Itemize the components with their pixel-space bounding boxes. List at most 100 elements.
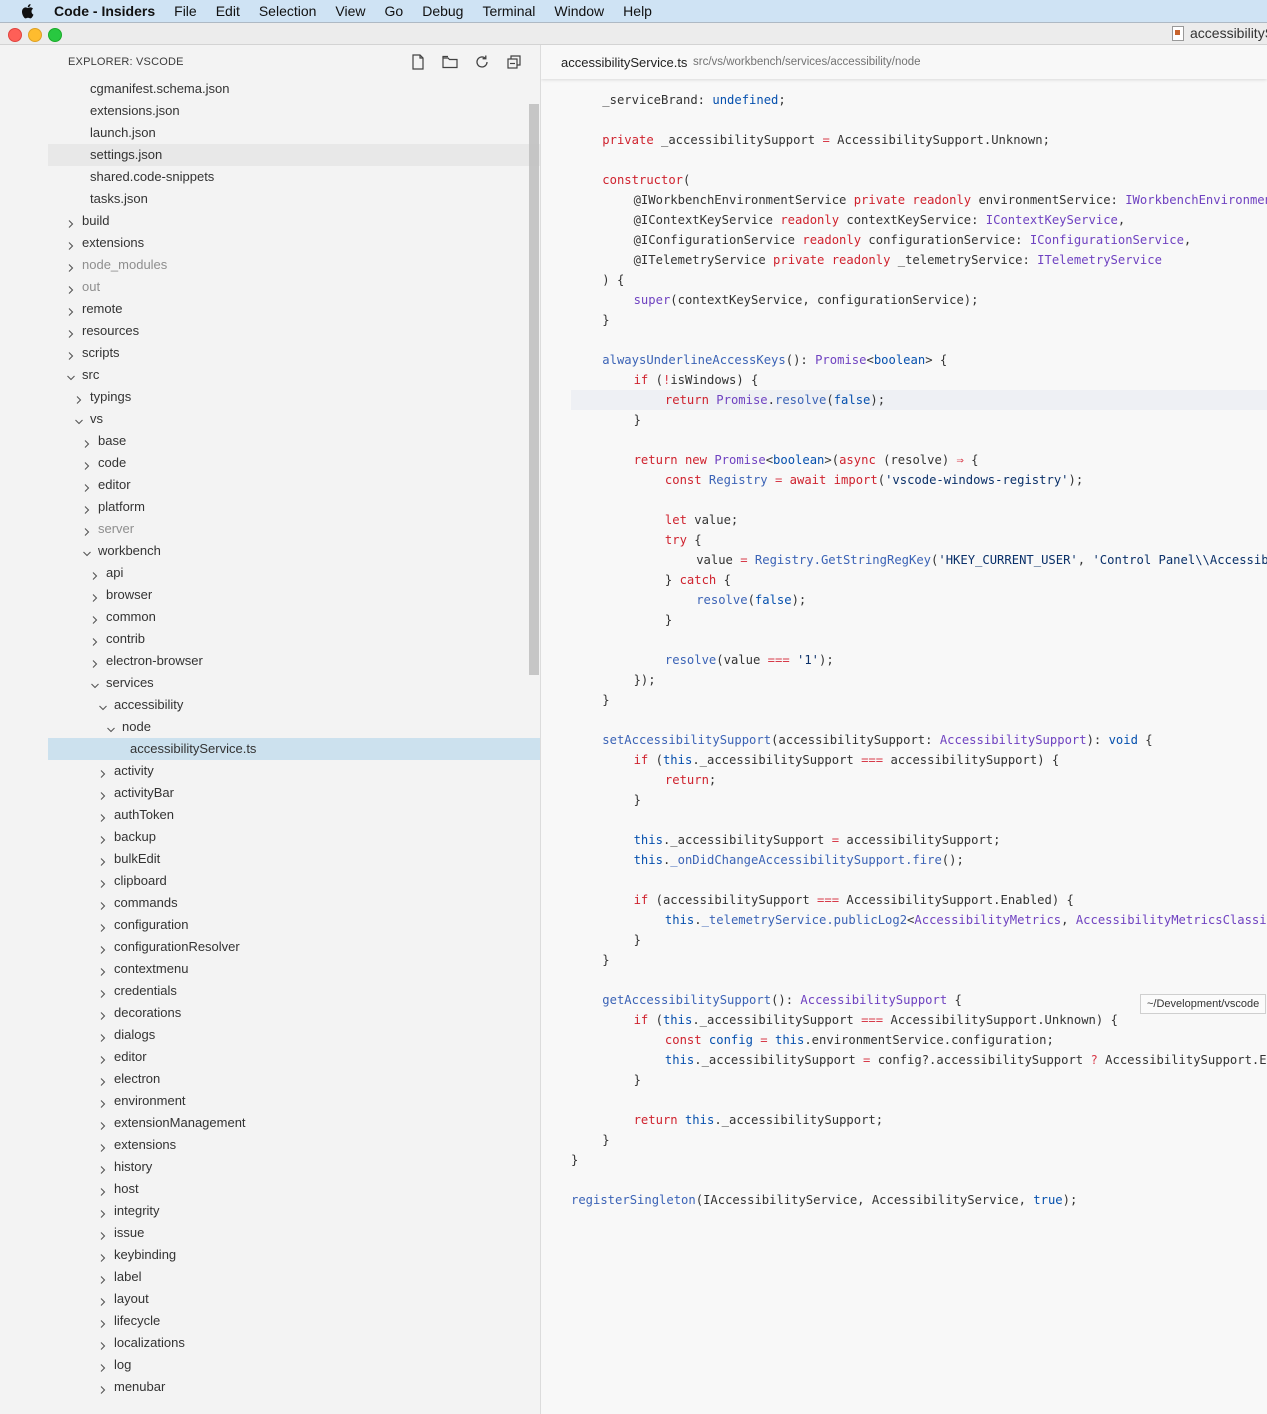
tree-file[interactable]: tasks.json — [48, 188, 540, 210]
chevron-right-icon[interactable] — [97, 1271, 109, 1284]
tree-folder[interactable]: services — [48, 672, 540, 694]
tree-folder[interactable]: bulkEdit — [48, 848, 540, 870]
menu-go[interactable]: Go — [385, 3, 404, 19]
tree-folder[interactable]: credentials — [48, 980, 540, 1002]
tree-folder[interactable]: localizations — [48, 1332, 540, 1354]
tree-folder[interactable]: typings — [48, 386, 540, 408]
tree-folder[interactable]: backup — [48, 826, 540, 848]
tree-folder[interactable]: out — [48, 276, 540, 298]
tree-file[interactable]: extensions.json — [48, 100, 540, 122]
chevron-right-icon[interactable] — [97, 1073, 109, 1086]
chevron-right-icon[interactable] — [97, 985, 109, 998]
tree-file[interactable]: cgmanifest.schema.json — [48, 78, 540, 100]
tree-folder[interactable]: editor — [48, 1046, 540, 1068]
tree-folder[interactable]: contextmenu — [48, 958, 540, 980]
chevron-right-icon[interactable] — [81, 457, 93, 470]
chevron-right-icon[interactable] — [89, 611, 101, 624]
tree-folder[interactable]: editor — [48, 474, 540, 496]
chevron-right-icon[interactable] — [97, 1117, 109, 1130]
tree-folder[interactable]: node_modules — [48, 254, 540, 276]
tree-file[interactable]: shared.code-snippets — [48, 166, 540, 188]
document-proxy-icon[interactable] — [1172, 25, 1184, 41]
chevron-right-icon[interactable] — [65, 259, 77, 272]
chevron-right-icon[interactable] — [97, 1183, 109, 1196]
chevron-right-icon[interactable] — [97, 1381, 109, 1394]
chevron-right-icon[interactable] — [97, 941, 109, 954]
chevron-right-icon[interactable] — [97, 831, 109, 844]
chevron-right-icon[interactable] — [97, 1139, 109, 1152]
chevron-down-icon[interactable] — [89, 677, 101, 689]
menu-selection[interactable]: Selection — [259, 3, 317, 19]
chevron-right-icon[interactable] — [97, 919, 109, 932]
tree-folder[interactable]: activity — [48, 760, 540, 782]
chevron-right-icon[interactable] — [97, 963, 109, 976]
chevron-right-icon[interactable] — [89, 655, 101, 668]
chevron-right-icon[interactable] — [89, 567, 101, 580]
tree-folder[interactable]: vs — [48, 408, 540, 430]
new-folder-icon[interactable] — [440, 52, 460, 72]
chevron-right-icon[interactable] — [97, 809, 109, 822]
app-menu[interactable]: Code - Insiders — [54, 3, 155, 19]
chevron-right-icon[interactable] — [89, 633, 101, 646]
tree-folder[interactable]: common — [48, 606, 540, 628]
menu-edit[interactable]: Edit — [216, 3, 240, 19]
tree-folder[interactable]: decorations — [48, 1002, 540, 1024]
chevron-right-icon[interactable] — [97, 1293, 109, 1306]
code-editor[interactable]: _serviceBrand: undefined; private _access… — [541, 90, 1267, 1210]
menu-window[interactable]: Window — [554, 3, 604, 19]
tree-folder[interactable]: history — [48, 1156, 540, 1178]
chevron-right-icon[interactable] — [73, 391, 85, 404]
tree-folder[interactable]: server — [48, 518, 540, 540]
chevron-right-icon[interactable] — [97, 1051, 109, 1064]
tree-folder[interactable]: code — [48, 452, 540, 474]
menu-terminal[interactable]: Terminal — [482, 3, 535, 19]
tree-folder[interactable]: remote — [48, 298, 540, 320]
chevron-right-icon[interactable] — [97, 875, 109, 888]
tree-folder[interactable]: clipboard — [48, 870, 540, 892]
chevron-right-icon[interactable] — [65, 325, 77, 338]
chevron-right-icon[interactable] — [97, 853, 109, 866]
tree-folder[interactable]: electron-browser — [48, 650, 540, 672]
minimize-window-button[interactable] — [28, 28, 42, 42]
chevron-right-icon[interactable] — [65, 281, 77, 294]
close-window-button[interactable] — [8, 28, 22, 42]
chevron-right-icon[interactable] — [65, 303, 77, 316]
tree-folder[interactable]: configurationResolver — [48, 936, 540, 958]
tree-folder[interactable]: accessibility — [48, 694, 540, 716]
chevron-right-icon[interactable] — [65, 215, 77, 228]
tree-folder[interactable]: issue — [48, 1222, 540, 1244]
tree-folder[interactable]: base — [48, 430, 540, 452]
tree-file[interactable]: accessibilityService.ts — [48, 738, 540, 760]
tree-folder[interactable]: workbench — [48, 540, 540, 562]
chevron-right-icon[interactable] — [97, 1029, 109, 1042]
chevron-right-icon[interactable] — [65, 347, 77, 360]
tree-folder[interactable]: authToken — [48, 804, 540, 826]
menu-view[interactable]: View — [335, 3, 365, 19]
explorer-scrollbar-thumb[interactable] — [529, 104, 539, 675]
chevron-right-icon[interactable] — [65, 237, 77, 250]
chevron-down-icon[interactable] — [73, 413, 85, 425]
tree-folder[interactable]: browser — [48, 584, 540, 606]
refresh-icon[interactable] — [472, 52, 492, 72]
tree-folder[interactable]: integrity — [48, 1200, 540, 1222]
tree-folder[interactable]: contrib — [48, 628, 540, 650]
menu-file[interactable]: File — [174, 3, 197, 19]
chevron-right-icon[interactable] — [97, 1359, 109, 1372]
menu-help[interactable]: Help — [623, 3, 652, 19]
breadcrumb-file[interactable]: accessibilityService.ts — [561, 55, 687, 70]
tree-folder[interactable]: activityBar — [48, 782, 540, 804]
chevron-right-icon[interactable] — [97, 1007, 109, 1020]
chevron-right-icon[interactable] — [81, 523, 93, 536]
chevron-right-icon[interactable] — [97, 1227, 109, 1240]
tree-folder[interactable]: log — [48, 1354, 540, 1376]
chevron-right-icon[interactable] — [97, 1249, 109, 1262]
apple-logo-icon[interactable] — [20, 3, 34, 19]
tree-folder[interactable]: commands — [48, 892, 540, 914]
chevron-right-icon[interactable] — [97, 1205, 109, 1218]
tree-folder[interactable]: resources — [48, 320, 540, 342]
chevron-right-icon[interactable] — [89, 589, 101, 602]
tree-folder[interactable]: node — [48, 716, 540, 738]
tree-folder[interactable]: dialogs — [48, 1024, 540, 1046]
breadcrumb-path[interactable]: src/vs/workbench/services/accessibility/… — [693, 56, 921, 68]
chevron-right-icon[interactable] — [97, 1161, 109, 1174]
